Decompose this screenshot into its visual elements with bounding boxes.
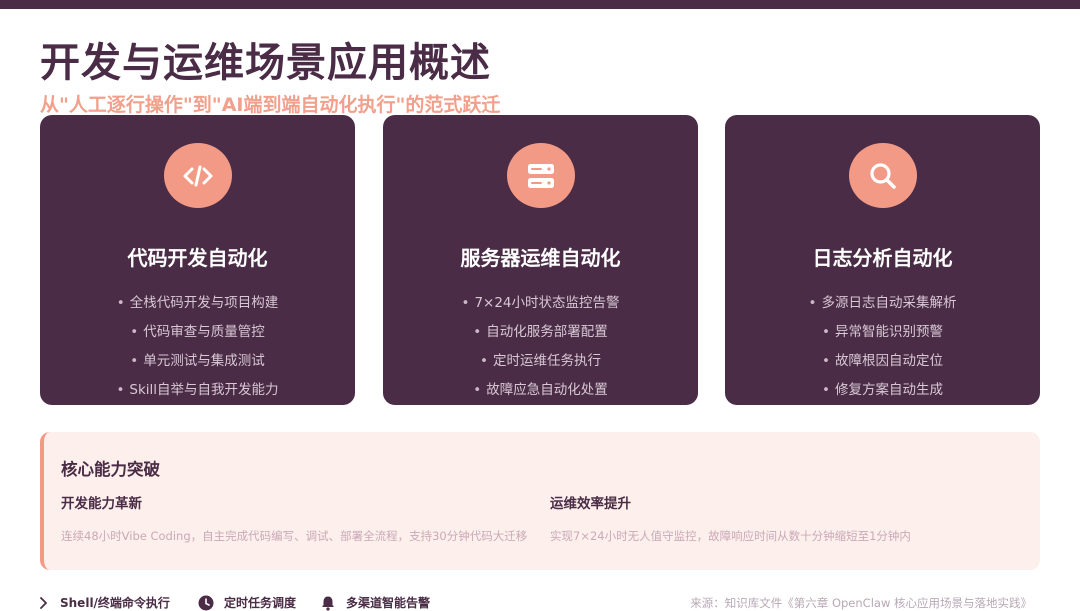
list-item: • 7×24小时状态监控告警 (461, 295, 620, 311)
card-title: 代码开发自动化 (127, 246, 268, 270)
footer-label: 多渠道智能告警 (346, 596, 431, 610)
list-item: • 故障应急自动化处置 (473, 382, 608, 398)
card-log-analysis: 日志分析自动化 • 多源日志自动采集解析 • 异常智能识别预警 • 故障根因自动定位 … (725, 115, 1040, 405)
card-feature-list: • 多源日志自动采集解析 • 异常智能识别预警 • 故障根因自动定位 • 修复方案自动生… (809, 289, 957, 405)
card-title: 服务器运维自动化 (460, 246, 621, 270)
card-feature-list: • 全栈代码开发与项目构建 • 代码审查与质量管控 • 单元测试与集成测试 • Skil… (116, 289, 278, 405)
list-item: • 自动化服务部署配置 (473, 324, 608, 340)
list-item: • 单元测试与集成测试 (130, 353, 265, 369)
terminal-chevron-icon (40, 596, 47, 609)
clock-icon (198, 595, 214, 610)
capability-ops: 运维效率提升 实现7×24小时无人值守监控，故障响应时间从数十分钟缩短至1分钟内 (550, 492, 911, 544)
list-item: • 定时运维任务执行 (480, 353, 601, 369)
list-item: • 异常智能识别预警 (822, 324, 943, 340)
footer-item-shell: Shell/终端命令执行 (38, 594, 170, 611)
search-icon (848, 143, 917, 208)
page-subtitle: 从"人工逐行操作"到"AI端到端自动化执行"的范式跃迁 (40, 94, 501, 116)
footer-label: 定时任务调度 (224, 596, 297, 610)
panel-title: 核心能力突破 (61, 460, 160, 479)
list-item: • 故障根因自动定位 (822, 353, 943, 369)
card-server-automation: 服务器运维自动化 • 7×24小时状态监控告警 • 自动化服务部署配置 • 定时运维任… (383, 115, 698, 405)
capability-heading: 开发能力革新 (61, 496, 142, 512)
top-accent-bar (0, 0, 1080, 9)
footer-item-alert: 多渠道智能告警 (320, 594, 430, 611)
capability-description: 连续48小时Vibe Coding，自主完成代码编写、调试、部署全流程，支持30… (61, 529, 528, 543)
server-icon (506, 143, 575, 208)
capability-heading: 运维效率提升 (550, 496, 631, 512)
bell-icon (322, 596, 334, 611)
source-note: 来源：知识库文件《第六章 OpenClaw 核心应用场景与落地实践》 (690, 596, 1032, 610)
card-title: 日志分析自动化 (812, 246, 953, 270)
footer-label: Shell/终端命令执行 (60, 596, 170, 610)
page-title: 开发与运维场景应用概述 (40, 40, 491, 86)
card-code-automation: 代码开发自动化 • 全栈代码开发与项目构建 • 代码审查与质量管控 • 单元测试与集成… (40, 115, 355, 405)
footer: Shell/终端命令执行 定时任务调度 多渠道智能告警 来源：知识库文件《第六章… (0, 590, 1080, 611)
list-item: • 多源日志自动采集解析 (808, 295, 957, 311)
capability-dev: 开发能力革新 连续48小时Vibe Coding，自主完成代码编写、调试、部署全… (61, 492, 527, 544)
list-item: • 全栈代码开发与项目构建 (116, 295, 279, 311)
list-item: • 修复方案自动生成 (822, 382, 943, 398)
card-feature-list: • 7×24小时状态监控告警 • 自动化服务部署配置 • 定时运维任务执行 • 故障应急… (461, 289, 619, 405)
list-item: • Skill自举与自我开发能力 (116, 382, 279, 398)
list-item: • 代码审查与质量管控 (130, 324, 265, 340)
footer-item-schedule: 定时任务调度 (198, 594, 296, 611)
capability-description: 实现7×24小时无人值守监控，故障响应时间从数十分钟缩短至1分钟内 (550, 529, 911, 543)
core-capability-panel: 核心能力突破 开发能力革新 连续48小时Vibe Coding，自主完成代码编写… (40, 432, 1040, 570)
code-icon (163, 143, 232, 208)
